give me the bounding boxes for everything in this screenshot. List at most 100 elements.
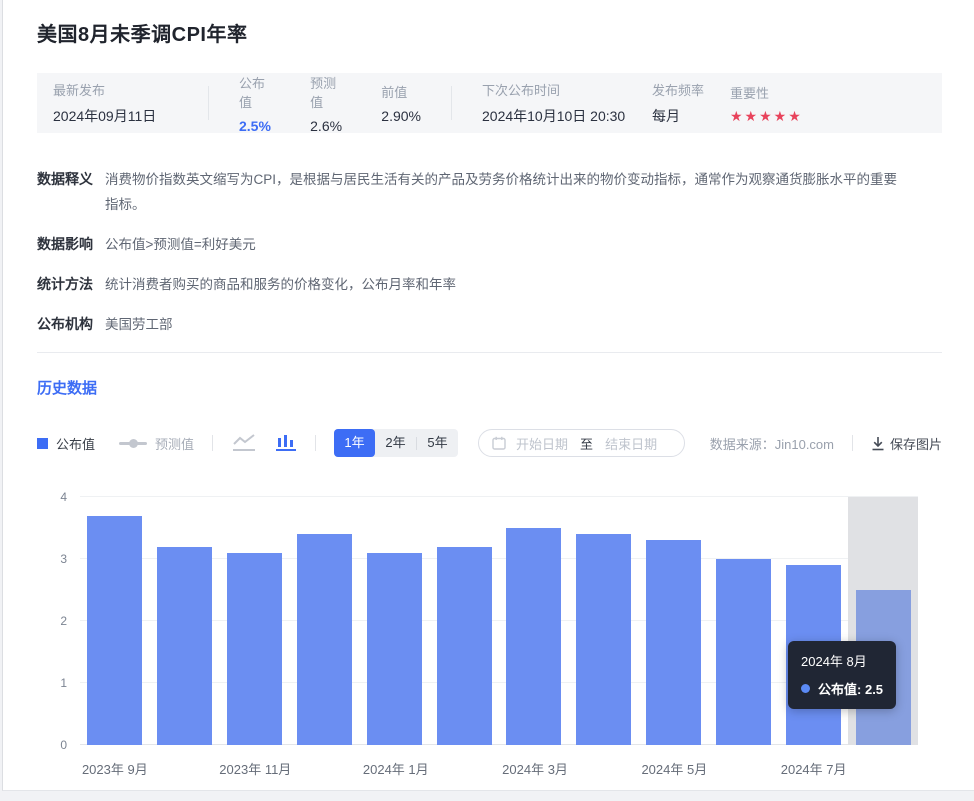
start-date-input[interactable]: 开始日期 <box>516 434 568 453</box>
forecast-value: 预测值 2.6% <box>310 73 347 134</box>
next-release-label: 下次公布时间 <box>482 80 652 99</box>
bar-cell <box>359 497 429 745</box>
forecast-number: 2.6% <box>310 118 347 134</box>
latest-release-label: 最新发布 <box>53 80 208 99</box>
history-chart: 0 1 2 3 4 2023年 9月2023年 11月2024年 1月2024年 3月2… <box>37 477 940 793</box>
y-tick-label: 4 <box>60 490 67 504</box>
y-tick-label: 1 <box>60 676 67 690</box>
legend-forecast-label: 预测值 <box>155 434 194 453</box>
detail-label: 数据影响 <box>37 232 105 257</box>
importance-stars: ★★★★★ <box>730 109 803 123</box>
previous-label: 前值 <box>381 82 421 101</box>
values-group: 公布值 2.5% 预测值 2.6% 前值 2.90% <box>209 73 451 134</box>
detail-label: 数据释义 <box>37 167 105 217</box>
x-tick-label <box>150 759 220 778</box>
calendar-icon <box>492 436 506 450</box>
importance: 重要性 ★★★★★ <box>730 83 803 123</box>
frequency: 发布频率 每月 <box>652 80 730 126</box>
line-chart-icon[interactable] <box>231 433 257 453</box>
y-tick-label: 3 <box>60 552 67 566</box>
detail-label: 公布机构 <box>37 312 105 337</box>
forecast-label: 预测值 <box>310 73 347 111</box>
data-source-label: 数据来源：Jin10.com <box>710 434 834 453</box>
detail-text: 美国劳工部 <box>105 312 173 337</box>
previous-number: 2.90% <box>381 108 421 124</box>
detail-row-impact: 数据影响 公布值>预测值=利好美元 <box>37 232 942 257</box>
y-tick-label: 0 <box>60 738 67 752</box>
bar-2024年 2月[interactable] <box>437 547 492 745</box>
x-tick-label <box>431 759 501 778</box>
detail-row-method: 统计方法 统计消费者购买的商品和服务的价格变化，公布月率和年率 <box>37 272 942 297</box>
detail-row-agency: 公布机构 美国劳工部 <box>37 312 942 337</box>
chart-type-switch <box>231 433 297 453</box>
chart-y-axis: 01234 <box>37 497 73 745</box>
save-image-button[interactable]: 保存图片 <box>871 434 942 453</box>
toolbar-divider <box>852 435 853 451</box>
end-date-input[interactable]: 结束日期 <box>605 434 657 453</box>
bar-cell <box>80 497 150 745</box>
x-tick-label <box>848 759 918 778</box>
bar-cell <box>499 497 569 745</box>
tab-2year[interactable]: 2年 <box>375 429 416 457</box>
bar-cell <box>150 497 220 745</box>
bar-2023年 12月[interactable] <box>297 534 352 745</box>
toolbar-divider <box>315 435 316 451</box>
tooltip-title: 2024年 8月 <box>801 651 883 670</box>
frequency-label: 发布频率 <box>652 80 730 99</box>
bar-chart-icon[interactable] <box>275 433 297 453</box>
detail-text: 公布值>预测值=利好美元 <box>105 232 256 257</box>
tab-5year[interactable]: 5年 <box>417 429 458 457</box>
published-value: 公布值 2.5% <box>239 73 276 134</box>
bar-2024年 3月[interactable] <box>506 528 561 745</box>
chart-toolbar: 公布值 预测值 1年 <box>37 429 942 457</box>
series-dot-icon <box>801 684 810 693</box>
detail-row-definition: 数据释义 消费物价指数英文缩写为CPI，是根据与居民生活有关的产品及劳务价格统计… <box>37 167 942 217</box>
next-release-value: 2024年10月10日 20:30 <box>482 106 652 126</box>
bar-cell <box>429 497 499 745</box>
bar-2024年 1月[interactable] <box>367 553 422 745</box>
published-number: 2.5% <box>239 118 276 134</box>
x-tick-label: 2024年 7月 <box>779 759 849 778</box>
bar-2023年 10月[interactable] <box>157 547 212 745</box>
content-card: 美国8月未季调CPI年率 最新发布 2024年09月11日 公布值 2.5% 预… <box>2 0 974 791</box>
bar-2024年 4月[interactable] <box>576 534 631 745</box>
published-label: 公布值 <box>239 73 276 111</box>
bar-cell <box>220 497 290 745</box>
bar-2023年 9月[interactable] <box>87 516 142 745</box>
y-tick-label: 2 <box>60 614 67 628</box>
legend-line-dot-icon <box>119 442 147 445</box>
legend-published[interactable]: 公布值 <box>37 434 95 453</box>
legend-published-label: 公布值 <box>56 434 95 453</box>
latest-release-value: 2024年09月11日 <box>53 106 208 126</box>
x-tick-label <box>570 759 640 778</box>
bar-2024年 5月[interactable] <box>646 540 701 745</box>
x-tick-label: 2023年 9月 <box>80 759 150 778</box>
frequency-value: 每月 <box>652 106 730 126</box>
bar-2024年 6月[interactable] <box>716 559 771 745</box>
section-divider <box>37 352 942 353</box>
page-title: 美国8月未季调CPI年率 <box>37 0 942 47</box>
toolbar-divider <box>212 435 213 451</box>
chart-x-axis: 2023年 9月2023年 11月2024年 1月2024年 3月2024年 5… <box>80 759 918 778</box>
tooltip-row: 公布值: 2.5 <box>801 679 883 698</box>
tooltip-value: 公布值: 2.5 <box>818 679 883 698</box>
legend-forecast[interactable]: 预测值 <box>119 434 194 453</box>
save-image-label: 保存图片 <box>890 434 942 453</box>
range-tabs: 1年 2年 5年 <box>334 429 458 457</box>
x-tick-label <box>709 759 779 778</box>
next-release: 下次公布时间 2024年10月10日 20:30 <box>452 80 652 126</box>
detail-text: 统计消费者购买的商品和服务的价格变化，公布月率和年率 <box>105 272 456 297</box>
history-data-link[interactable]: 历史数据 <box>37 377 97 398</box>
bar-cell <box>639 497 709 745</box>
date-range-picker[interactable]: 开始日期 至 结束日期 <box>478 429 685 457</box>
bar-2023年 11月[interactable] <box>227 553 282 745</box>
date-to-label: 至 <box>580 434 593 453</box>
importance-label: 重要性 <box>730 83 803 102</box>
latest-release: 最新发布 2024年09月11日 <box>53 80 208 126</box>
details-section: 数据释义 消费物价指数英文缩写为CPI，是根据与居民生活有关的产品及劳务价格统计… <box>37 167 942 337</box>
previous-value: 前值 2.90% <box>381 73 421 134</box>
tab-1year[interactable]: 1年 <box>334 429 375 457</box>
x-tick-label <box>291 759 361 778</box>
bar-cell <box>708 497 778 745</box>
download-icon <box>871 436 885 451</box>
